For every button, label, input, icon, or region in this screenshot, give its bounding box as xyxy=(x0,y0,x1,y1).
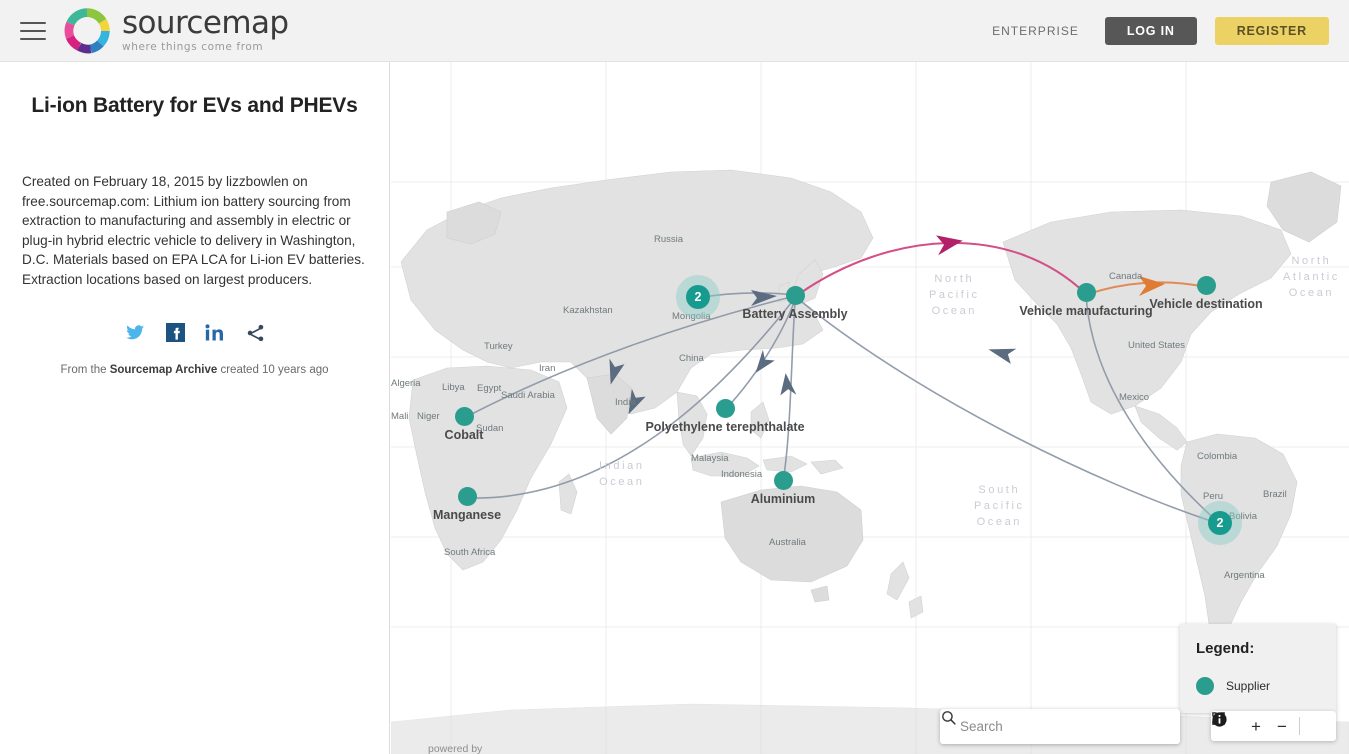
supplier-color-swatch xyxy=(1196,677,1214,695)
sourcemap-ring-icon xyxy=(64,7,110,53)
register-button[interactable]: REGISTER xyxy=(1214,16,1329,45)
map-node-marker[interactable] xyxy=(458,487,477,506)
supply-chain-map[interactable]: .land { fill:#e2e2e2; stroke:#d2d2d2; st… xyxy=(391,62,1349,754)
map-node-marker[interactable] xyxy=(455,407,474,426)
map-controls: + − xyxy=(1211,711,1336,741)
app-header: sourcemap where things come from ENTERPR… xyxy=(0,0,1349,62)
twitter-icon[interactable] xyxy=(124,323,146,343)
legend-item-label: Supplier xyxy=(1226,679,1271,693)
map-search-box[interactable] xyxy=(940,709,1180,744)
zoom-out-button[interactable]: − xyxy=(1269,713,1295,739)
archive-suffix: created 10 years ago xyxy=(217,363,329,376)
sourcemap-logo[interactable]: sourcemap where things come from xyxy=(64,5,289,54)
map-node-marker[interactable] xyxy=(716,399,735,418)
search-icon xyxy=(942,711,956,725)
map-node-marker[interactable] xyxy=(1197,276,1216,295)
logo-wordmark: sourcemap xyxy=(122,5,289,42)
map-node-marker[interactable] xyxy=(1077,283,1096,302)
logo-tagline: where things come from xyxy=(122,41,264,54)
map-cluster-marker[interactable]: 2 xyxy=(1198,501,1242,545)
facebook-icon[interactable] xyxy=(165,323,185,343)
map-node-marker[interactable] xyxy=(774,471,793,490)
info-sidebar: Li-ion Battery for EVs and PHEVs Created… xyxy=(0,62,390,754)
archive-prefix: From the xyxy=(60,363,110,376)
info-icon[interactable] xyxy=(1212,712,1330,739)
zoom-in-button[interactable]: + xyxy=(1243,713,1269,739)
map-cluster-marker[interactable]: 2 xyxy=(676,275,720,319)
legend-item-supplier[interactable]: Supplier xyxy=(1196,677,1320,695)
header-actions: ENTERPRISE LOG IN REGISTER xyxy=(984,16,1329,45)
enterprise-link[interactable]: ENTERPRISE xyxy=(984,18,1087,44)
control-divider xyxy=(1299,717,1300,735)
share-icon[interactable] xyxy=(245,323,266,343)
cluster-count: 2 xyxy=(686,285,710,309)
map-legend: Legend: Supplier xyxy=(1180,624,1336,713)
legend-title: Legend: xyxy=(1196,640,1255,657)
hamburger-icon[interactable] xyxy=(20,21,46,40)
social-share-row xyxy=(22,323,367,343)
cluster-count: 2 xyxy=(1208,511,1232,535)
map-node-marker[interactable] xyxy=(786,286,805,305)
archive-name[interactable]: Sourcemap Archive xyxy=(110,364,218,376)
linkedin-icon[interactable] xyxy=(205,323,225,343)
page-title: Li-ion Battery for EVs and PHEVs xyxy=(31,94,358,117)
search-input[interactable] xyxy=(958,718,1148,735)
project-description: Created on February 18, 2015 by lizzbowl… xyxy=(22,174,365,287)
powered-by-label: powered by xyxy=(428,743,483,754)
archive-credit: From the Sourcemap Archive created 10 ye… xyxy=(22,364,367,376)
login-button[interactable]: LOG IN xyxy=(1104,16,1197,45)
